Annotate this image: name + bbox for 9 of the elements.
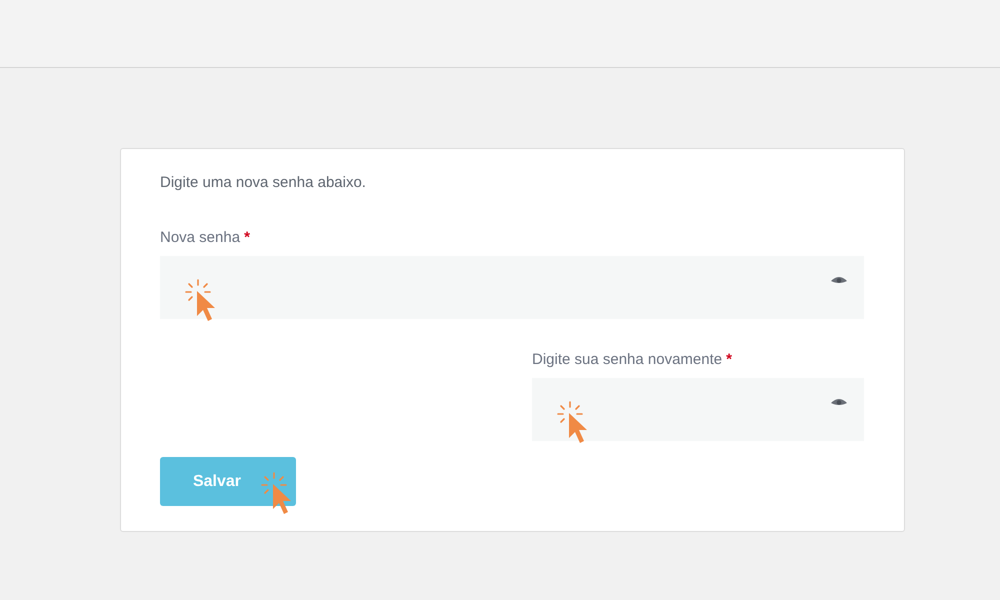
password-field[interactable] [160, 256, 864, 319]
password-field[interactable] [532, 378, 864, 441]
eye-icon[interactable] [830, 276, 848, 286]
required-mark: * [726, 351, 732, 368]
field-label: Digite sua senha novamente [532, 351, 722, 368]
required-mark: * [244, 229, 250, 246]
instruction-text: Digite uma nova senha abaixo. [160, 174, 367, 191]
eye-icon[interactable] [830, 398, 848, 408]
field-label: Nova senha [160, 229, 240, 246]
